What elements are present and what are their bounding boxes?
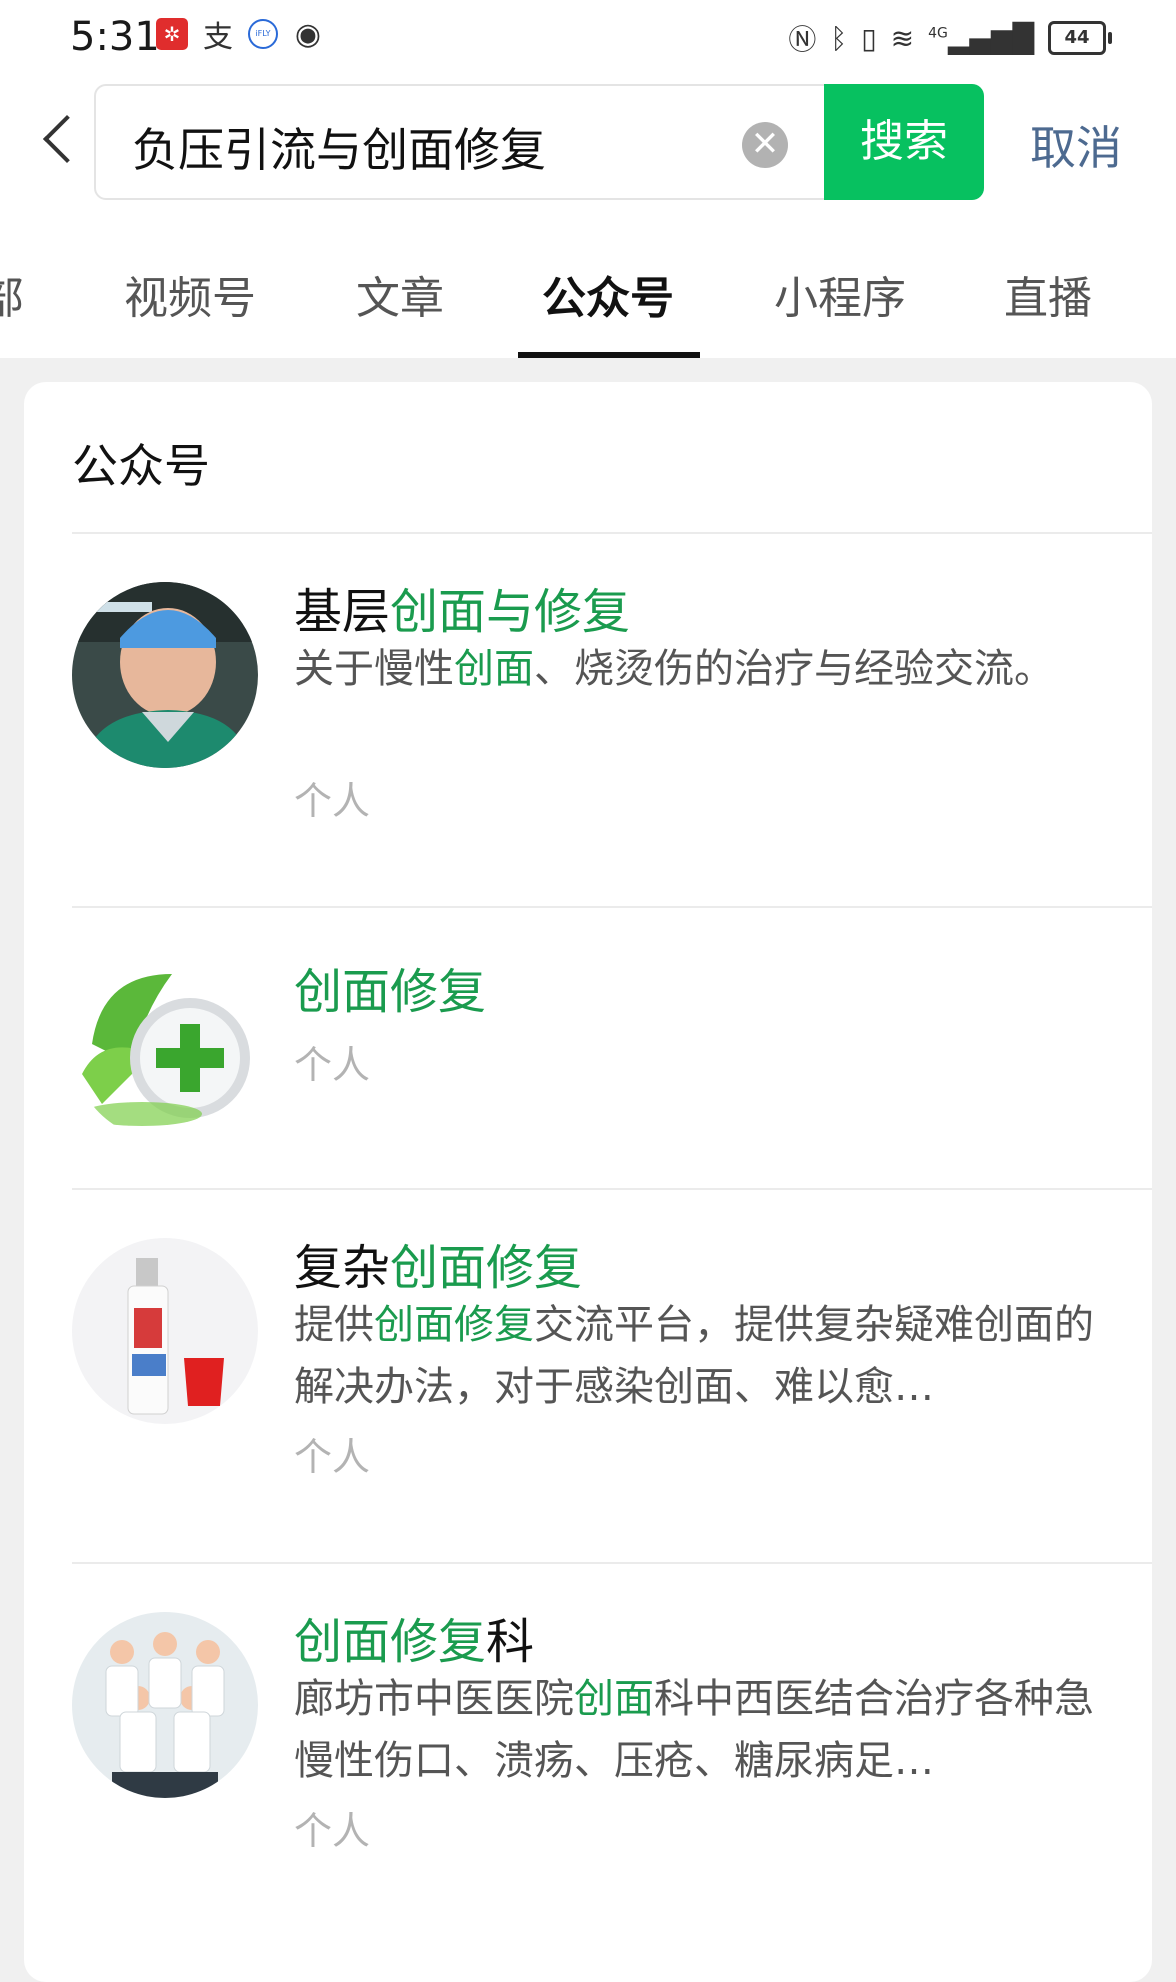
spray-bottle-image (72, 1238, 258, 1424)
cancel-button[interactable]: 取消 (1030, 112, 1122, 178)
signal-4g-icon: 4G▂▄▆█ (928, 21, 1034, 55)
account-type: 个人 (294, 1435, 371, 1479)
result-description: 廊坊市中医医院创面科中西医结合治疗各种急慢性伤口、溃疡、压疮、糖尿病足… (294, 1668, 1094, 1792)
result-item[interactable]: 复杂创面修复 提供创面修复交流平台，提供复杂疑难创面的解决办法，对于感染创面、难… (24, 1188, 1152, 1562)
avatar (72, 582, 258, 768)
tab-channels[interactable]: 视频号 (124, 262, 256, 326)
desc-lead: 关于慢性 (294, 646, 454, 692)
result-description: 关于慢性创面、烧烫伤的治疗与经验交流。 (294, 638, 1094, 700)
bluetooth-icon: ᛒ (830, 21, 848, 55)
avatar (72, 1238, 258, 1424)
network-label: 4G (928, 25, 948, 42)
desc-highlight: 创面修复 (374, 1302, 534, 1348)
title-highlight: 创面修复 (390, 1240, 583, 1296)
desc-lead: 廊坊市中医医院 (294, 1676, 574, 1722)
doctor-avatar-image (72, 582, 258, 768)
desc-lead: 提供 (294, 1302, 374, 1348)
search-input[interactable]: 负压引流与创面修复 (132, 114, 546, 180)
status-bar: 5:31 ✲ 支 iFLY ◉ Ⓝ ᛒ ▯ ≋ 4G▂▄▆█ 44 (0, 0, 1176, 72)
result-title: 复杂创面修复 (294, 1228, 582, 1298)
title-highlight: 创面修复 (294, 1614, 487, 1670)
title-highlight: 创面与修复 (390, 584, 631, 640)
vibrate-icon: ▯ (861, 21, 877, 55)
result-item[interactable]: 创面修复 个人 (24, 906, 1152, 1188)
nfc-icon: Ⓝ (788, 23, 817, 56)
app-red-icon: ✲ (156, 18, 188, 50)
results-card: 公众号 基层创面与修复 关于慢性创面、烧烫伤的治疗与经验交流。 个人 创面修复 … (24, 382, 1152, 1982)
back-button[interactable] (38, 110, 78, 170)
section-title: 公众号 (72, 439, 210, 493)
account-type: 个人 (294, 1809, 371, 1853)
system-icons: Ⓝ ᛒ ▯ ≋ 4G▂▄▆█ 44 (788, 18, 1112, 58)
desc-highlight: 创面 (574, 1676, 654, 1722)
eye-icon: ◉ (294, 16, 322, 52)
result-title: 创面修复科 (294, 1602, 534, 1672)
avatar (72, 954, 258, 1140)
desc-tail: 、烧烫伤的治疗与经验交流。 (534, 646, 1054, 692)
battery-icon: 44 (1048, 21, 1112, 55)
title-tail: 科 (486, 1614, 535, 1670)
title-plain: 复杂 (294, 1240, 391, 1296)
title-plain: 基层 (294, 584, 391, 640)
search-button[interactable]: 搜索 (824, 84, 984, 200)
tab-all[interactable]: 部 (0, 262, 24, 326)
clear-search-button[interactable]: ✕ (742, 122, 788, 168)
result-item[interactable]: 创面修复科 廊坊市中医医院创面科中西医结合治疗各种急慢性伤口、溃疡、压疮、糖尿病… (24, 1562, 1152, 1936)
account-type: 个人 (294, 1043, 371, 1087)
result-item[interactable]: 基层创面与修复 关于慢性创面、烧烫伤的治疗与经验交流。 个人 (24, 532, 1152, 906)
green-cross-leaf-icon (72, 954, 258, 1140)
tab-official-accounts[interactable]: 公众号 (542, 262, 674, 326)
notification-icons: ✲ 支 iFLY ◉ (156, 16, 324, 55)
result-title: 基层创面与修复 (294, 572, 630, 642)
avatar (72, 1612, 258, 1798)
alipay-icon: 支 (203, 20, 233, 55)
account-type: 个人 (294, 779, 371, 823)
search-header: 负压引流与创面修复 ✕ 搜索 取消 (0, 72, 1176, 212)
desc-highlight: 创面 (454, 646, 534, 692)
status-time: 5:31 (70, 14, 160, 60)
tab-live[interactable]: 直播 (1004, 262, 1092, 326)
title-highlight: 创面修复 (294, 964, 487, 1020)
category-tabs: 部 视频号 文章 公众号 小程序 直播 (0, 212, 1176, 358)
tab-articles[interactable]: 文章 (356, 262, 444, 326)
medical-team-photo (72, 1612, 258, 1798)
result-description: 提供创面修复交流平台，提供复杂疑难创面的解决办法，对于感染创面、难以愈… (294, 1294, 1094, 1418)
search-box[interactable]: 负压引流与创面修复 ✕ 搜索 (94, 84, 984, 200)
result-title: 创面修复 (294, 952, 486, 1022)
tab-mini-programs[interactable]: 小程序 (774, 262, 906, 326)
ifly-icon: iFLY (248, 19, 278, 49)
wifi-icon: ≋ (890, 21, 915, 55)
active-tab-indicator (518, 352, 700, 358)
